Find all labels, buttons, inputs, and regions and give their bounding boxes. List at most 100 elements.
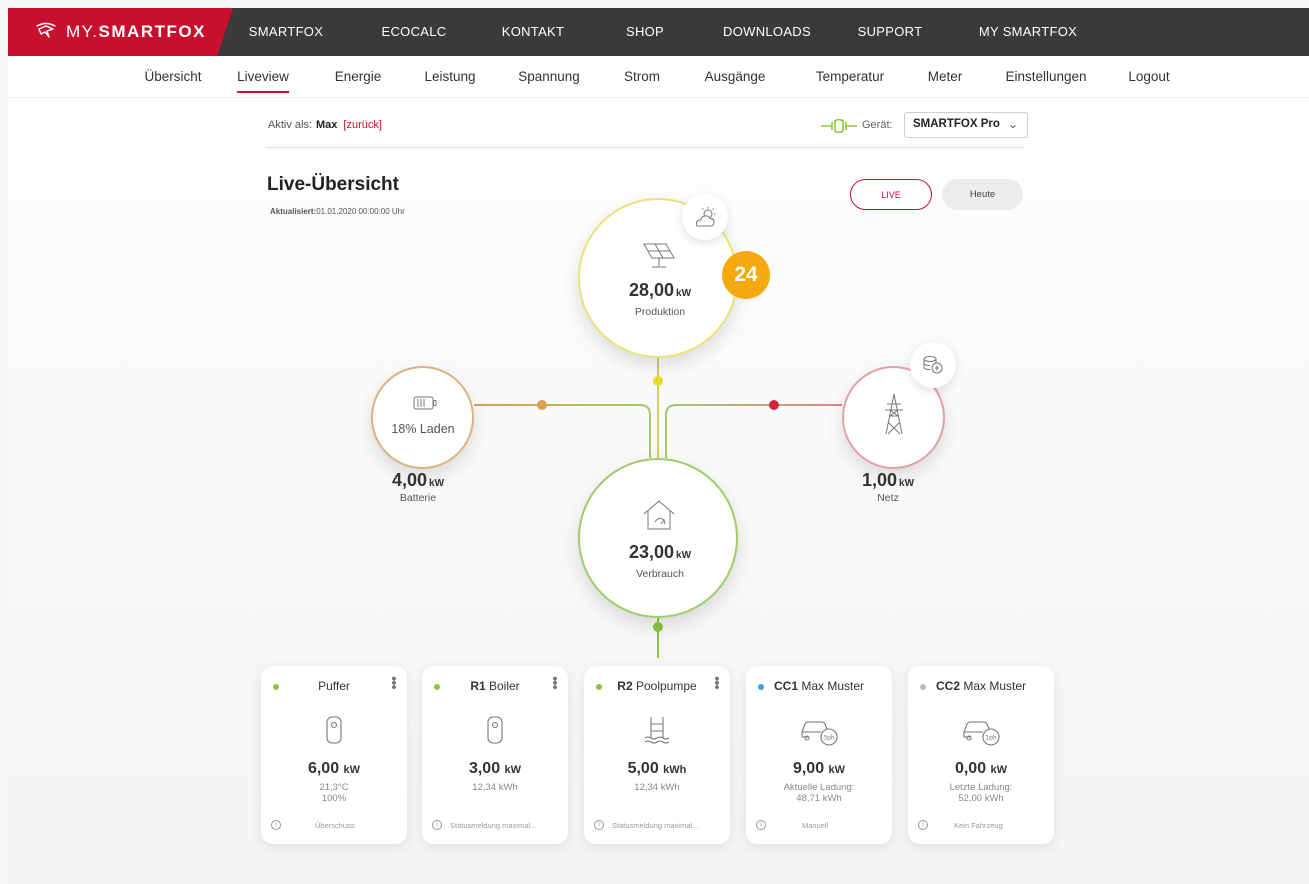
subnav-leistung[interactable]: Leistung: [424, 69, 475, 84]
pool-icon: [644, 717, 670, 744]
card-status: Überschuss: [315, 821, 355, 830]
grid-label: Netz: [877, 492, 899, 504]
info-icon[interactable]: i: [918, 820, 928, 830]
production-label: Produktion: [634, 306, 686, 318]
card-value-number: 5,00: [627, 760, 659, 777]
card-value-number: 9,00: [792, 760, 825, 777]
flow-dot-consumption: [653, 622, 663, 632]
updated-value: 01.01.2020 00:00:00 Uhr: [316, 207, 405, 216]
battery-value: 4,00 kW: [392, 470, 444, 491]
output-card-puffer[interactable]: Puffer ••• 6,00 kW 21,3°C 100% i Überschu…: [261, 666, 407, 844]
card-value-unit: kW: [828, 764, 846, 776]
topnav-my-smartfox[interactable]: MY SMARTFOX: [979, 24, 1077, 39]
card-status: Statusmeldung maximal...: [450, 821, 537, 830]
subnav-spannung[interactable]: Spannung: [518, 69, 580, 84]
card-detail-1: Aktuelle Ladung:: [783, 782, 855, 793]
power-pylon-icon: [885, 393, 903, 435]
info-icon[interactable]: i: [594, 820, 604, 830]
live-button[interactable]: LIVE: [850, 179, 932, 210]
battery-node[interactable]: 18% Laden: [371, 366, 474, 469]
subnav-logout[interactable]: Logout: [1128, 69, 1169, 84]
card-value-number: 6,00: [307, 760, 340, 777]
device-select[interactable]: SMARTFOX Pro ⌄: [904, 112, 1028, 138]
topnav-shop[interactable]: SHOP: [626, 24, 664, 39]
battery-unit: kW: [429, 478, 445, 489]
consumption-value: 23,00 kW: [629, 542, 691, 563]
grid-value-number: 1,00: [861, 470, 898, 490]
card-title-name: Max Muster: [960, 679, 1027, 693]
production-unit: kW: [676, 288, 692, 299]
card-value-unit: kW: [343, 764, 361, 776]
card-value-unit: kWh: [663, 764, 687, 776]
card-detail-2: 48,71 kWh: [796, 793, 842, 804]
card-title-prefix: CC2: [935, 679, 960, 693]
subnav-ausgaenge[interactable]: Ausgänge: [705, 69, 766, 84]
output-card-r1-boiler[interactable]: R1 Boiler ••• 3,00 kW 12,34 kWh i Status…: [422, 666, 568, 844]
card-value-number: 3,00: [468, 760, 501, 777]
more-options-icon[interactable]: •••: [708, 676, 725, 689]
subnav-liveview[interactable]: Liveview: [237, 69, 289, 93]
subnav-strom[interactable]: Strom: [624, 69, 660, 84]
info-icon[interactable]: i: [756, 820, 766, 830]
topnav-kontakt[interactable]: KONTAKT: [502, 24, 565, 39]
updated-label: Aktualisiert:: [270, 207, 317, 216]
sub-navigation-bar: Übersicht Liveview Energie Leistung Span…: [8, 56, 1309, 98]
top-navigation-bar: MY. SMARTFOX SMARTFOX ECOCALC KONTAKT SHO…: [8, 8, 1309, 56]
more-options-icon[interactable]: •••: [385, 676, 402, 689]
card-value: 9,00 kW: [746, 760, 892, 778]
chevron-down-icon: ⌄: [1007, 117, 1018, 131]
consumption-node[interactable]: 23,00 kW Verbrauch: [578, 458, 738, 618]
card-details: 12,34 kWh: [584, 782, 730, 793]
consumption-value-number: 23,00: [628, 542, 675, 562]
card-title-name: Boiler: [485, 679, 520, 693]
grid-unit: kW: [899, 478, 915, 489]
more-options-icon[interactable]: •••: [546, 676, 563, 689]
device-plug-icon: [821, 119, 857, 133]
card-details: Letzte Ladung: 52,00 kWh: [908, 782, 1054, 804]
back-link[interactable]: [zurück]: [343, 119, 382, 131]
house-icon: [643, 500, 675, 530]
device-label: Gerät:: [862, 119, 893, 131]
active-user-info: Aktiv als: Max [zurück]: [268, 119, 382, 131]
partly-cloudy-icon: [695, 207, 716, 227]
topnav-support[interactable]: SUPPORT: [858, 24, 923, 39]
card-value: 3,00 kW: [422, 760, 568, 778]
card-details: 12,34 kWh: [422, 782, 568, 793]
grid-value: 1,00 kW: [862, 470, 914, 491]
topnav-downloads[interactable]: DOWNLOADS: [723, 24, 811, 39]
boiler-icon: [487, 716, 503, 744]
card-title-prefix: CC1: [773, 679, 798, 693]
charger-card-cc1[interactable]: CC1 Max Muster 3ph 9,00 kW Aktuelle Ladu…: [746, 666, 892, 844]
brand-text-strong: SMARTFOX: [98, 22, 206, 41]
card-status: Manuell: [802, 821, 829, 830]
card-value-unit: kW: [990, 764, 1008, 776]
subnav-meter[interactable]: Meter: [928, 69, 963, 84]
card-detail-1: 21,3°C: [319, 782, 349, 793]
device-select-value: SMARTFOX Pro: [913, 118, 1000, 130]
weather-button[interactable]: [682, 194, 728, 240]
consumption-label: Verbrauch: [636, 568, 684, 580]
info-bar: Aktiv als: Max [zurück] Gerät: SMARTFOX Pr…: [266, 112, 1028, 148]
active-user-name: Max: [316, 119, 338, 131]
topnav-ecocalc[interactable]: ECOCALC: [382, 24, 447, 39]
page-title: Live-Übersicht: [267, 174, 399, 195]
brand-logo[interactable]: MY. SMARTFOX: [8, 8, 233, 56]
battery-status: 18% Laden: [391, 422, 455, 436]
card-value: 0,00 kW: [908, 760, 1054, 778]
production-value-number: 28,00: [628, 280, 675, 300]
info-icon[interactable]: i: [432, 820, 442, 830]
output-card-r2-poolpumpe[interactable]: R2 Poolpumpe ••• 5,00 kWh 12,34 kWh i St…: [584, 666, 730, 844]
subnav-temperatur[interactable]: Temperatur: [816, 69, 884, 84]
subnav-uebersicht[interactable]: Übersicht: [144, 69, 201, 84]
topnav-smartfox[interactable]: SMARTFOX: [249, 24, 323, 39]
subnav-energie[interactable]: Energie: [335, 69, 382, 84]
today-button[interactable]: Heute: [942, 179, 1023, 210]
subnav-einstellungen[interactable]: Einstellungen: [1005, 69, 1086, 84]
info-icon[interactable]: i: [271, 820, 281, 830]
grid-tariff-button[interactable]: [910, 342, 956, 388]
card-value-number: 0,00: [954, 760, 987, 777]
production-badge: 24: [722, 251, 770, 299]
phase-label: 1ph: [985, 735, 997, 742]
charger-card-cc2[interactable]: CC2 Max Muster 1ph 0,00 kW Letzte Ladung…: [908, 666, 1054, 844]
battery-label: Batterie: [399, 492, 437, 504]
